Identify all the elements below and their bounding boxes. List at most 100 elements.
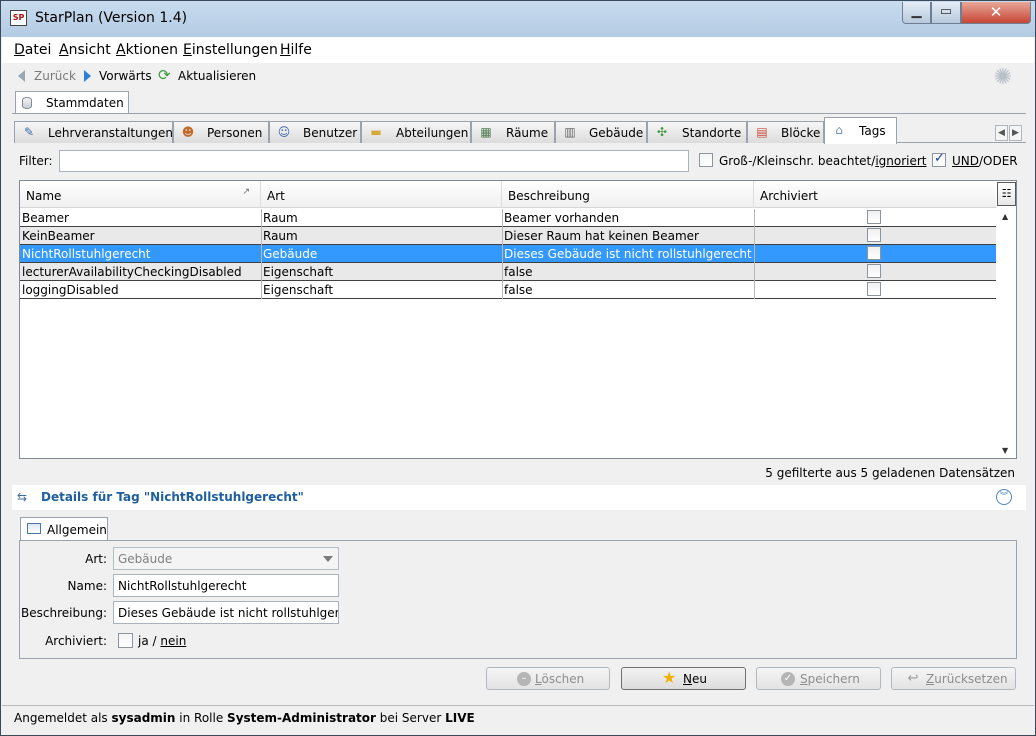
tab-scroll-right-button[interactable]: ▶ — [1009, 125, 1022, 141]
tab-benutzer[interactable]: ☺ Benutzer — [269, 121, 361, 143]
collapse-icon[interactable]: ︾ — [996, 489, 1012, 505]
tab-tags[interactable]: ⌂ Tags — [824, 117, 897, 144]
archived-checkbox[interactable] — [867, 228, 881, 242]
tab-personen-label: Personen — [207, 126, 263, 140]
column-chooser-button[interactable]: ☷ — [997, 182, 1016, 206]
cell-name: KeinBeamer — [22, 229, 95, 243]
column-divider — [502, 227, 503, 245]
archived-checkbox[interactable] — [867, 246, 881, 260]
archived-checkbox[interactable] — [867, 282, 881, 296]
art-select[interactable]: Gebäude — [113, 547, 339, 570]
menu-datei[interactable]: Datei — [14, 42, 51, 58]
archiviert-nein[interactable]: nein — [160, 634, 186, 648]
table-row[interactable]: lecturerAvailabilityCheckingDisabled Eige… — [20, 263, 996, 281]
tab-allgemein[interactable]: Allgemein — [20, 517, 108, 541]
and-or-checkbox[interactable] — [932, 151, 946, 167]
menu-ansicht[interactable]: Ansicht — [59, 42, 111, 58]
scroll-up-icon[interactable]: ▲ — [1002, 212, 1008, 221]
save-icon: ✓ — [781, 672, 795, 686]
record-count: 5 gefilterte aus 5 geladenen Datensätzen — [765, 466, 1015, 480]
column-divider — [261, 227, 262, 245]
menu-bar: Datei Ansicht Aktionen Einstellungen Hil… — [2, 37, 1034, 63]
name-label: Name: — [67, 579, 107, 593]
menu-hilfe[interactable]: Hilfe — [280, 42, 312, 58]
vertical-scrollbar[interactable]: ▲ ▼ — [997, 209, 1016, 458]
tab-abteilungen[interactable]: ▬ Abteilungen — [361, 121, 471, 143]
column-beschreibung-label: Beschreibung — [508, 189, 590, 203]
archiviert-checkbox[interactable] — [118, 633, 133, 648]
forward-arrow-icon[interactable] — [84, 70, 91, 82]
case-sensitive-checkbox[interactable] — [699, 153, 713, 167]
new-button[interactable]: ★ Neu — [621, 667, 746, 690]
forward-button[interactable]: Vorwärts — [99, 69, 152, 83]
app-logo-icon: SP — [10, 10, 27, 26]
column-divider — [754, 245, 755, 263]
reset-button[interactable]: ↩ Zurücksetzen — [891, 667, 1016, 690]
scroll-down-icon[interactable]: ▼ — [1002, 446, 1008, 455]
column-divider — [261, 281, 262, 299]
table-header: Name ↗ Art Beschreibung Archiviert — [20, 181, 996, 208]
close-button[interactable]: ✕ — [961, 2, 1031, 24]
save-button[interactable]: ✓ Speichern — [756, 667, 881, 690]
case-sensitive-underlined: ignoriert — [875, 154, 927, 168]
column-header-name[interactable]: Name ↗ — [20, 181, 261, 208]
tab-gebaeude-label: Gebäude — [589, 126, 644, 140]
column-header-archiviert[interactable]: Archiviert — [754, 181, 996, 208]
status-mid: in Rolle — [175, 711, 228, 725]
status-role: System-Administrator — [227, 711, 376, 725]
tab-scroll-left-button[interactable]: ◀ — [995, 125, 1008, 141]
tab-raeume[interactable]: ▦ Räume — [471, 121, 555, 143]
archived-checkbox[interactable] — [867, 210, 881, 224]
status-mid2: bei Server — [375, 711, 446, 725]
cell-art: Eigenschaft — [263, 265, 334, 279]
status-user: sysadmin — [111, 711, 176, 725]
table-row[interactable]: loggingDisabled Eigenschaft false — [20, 281, 996, 299]
building-icon: ▥ — [564, 125, 576, 139]
column-divider — [502, 245, 503, 263]
tab-standorte[interactable]: ✣ Standorte — [647, 121, 747, 143]
tab-lehrveranstaltungen-label: Lehrveranstaltungen — [48, 126, 173, 140]
refresh-icon[interactable]: ⟳ — [158, 67, 174, 83]
menu-aktionen[interactable]: Aktionen — [116, 42, 178, 58]
delete-button[interactable]: – Löschen — [486, 667, 610, 690]
back-arrow-icon[interactable] — [18, 70, 25, 82]
table-row[interactable]: KeinBeamer Raum Dieser Raum hat keinen Bea… — [20, 227, 996, 245]
tab-lehrveranstaltungen[interactable]: ✎ Lehrveranstaltungen — [14, 121, 173, 143]
menu-einstellungen[interactable]: Einstellungen — [183, 42, 278, 58]
tab-raeume-label: Räume — [506, 126, 549, 140]
maximize-button[interactable]: ▭ — [931, 2, 961, 24]
archiviert-ja[interactable]: ja / — [138, 634, 157, 648]
tab-gebaeude[interactable]: ▥ Gebäude — [555, 121, 647, 143]
person-icon: ☻ — [181, 125, 195, 139]
location-icon: ✣ — [656, 125, 668, 139]
beschreibung-field[interactable]: Dieses Gebäude ist nicht rollstuhlgerec — [113, 601, 339, 624]
case-sensitive-label[interactable]: Groß-/Kleinschr. beachtet/ignoriert — [719, 154, 927, 168]
column-art-label: Art — [267, 189, 285, 203]
refresh-button[interactable]: Aktualisieren — [178, 69, 256, 83]
minimize-button[interactable]: ▁ — [902, 2, 931, 24]
and-or-label[interactable]: UND/ODER — [952, 154, 1018, 168]
chevron-down-icon — [323, 556, 333, 562]
column-header-art[interactable]: Art — [261, 181, 502, 208]
tab-bloecke[interactable]: ▤ Blöcke — [747, 121, 824, 143]
tab-bloecke-label: Blöcke — [781, 126, 821, 140]
back-button[interactable]: Zurück — [34, 69, 76, 83]
filter-input[interactable] — [59, 150, 689, 172]
table-row[interactable]: Beamer Raum Beamer vorhanden — [20, 209, 996, 227]
column-divider — [754, 227, 755, 245]
column-header-beschreibung[interactable]: Beschreibung — [502, 181, 754, 208]
status-prefix: Angemeldet als — [14, 711, 112, 725]
minimize-icon: ▁ — [911, 4, 922, 19]
user-icon: ☺ — [277, 125, 291, 139]
title-bar: SP StarPlan (Version 1.4) ▁ ▭ ✕ — [1, 1, 1035, 37]
nav-toolbar: Zurück Vorwärts ⟳ Aktualisieren ✺ — [2, 63, 1034, 90]
name-field[interactable]: NichtRollstuhlgerecht — [113, 574, 339, 597]
cell-art: Gebäude — [263, 247, 318, 261]
tab-standorte-label: Standorte — [682, 126, 742, 140]
table-row[interactable]: NichtRollstuhlgerecht Gebäude Dieses Gebäu… — [20, 245, 996, 263]
tab-stammdaten[interactable]: Stammdaten — [15, 91, 129, 114]
filter-label: Filter: — [19, 154, 53, 168]
archived-checkbox[interactable] — [867, 264, 881, 278]
tab-personen[interactable]: ☻ Personen — [173, 121, 269, 143]
art-label: Art: — [85, 552, 107, 566]
